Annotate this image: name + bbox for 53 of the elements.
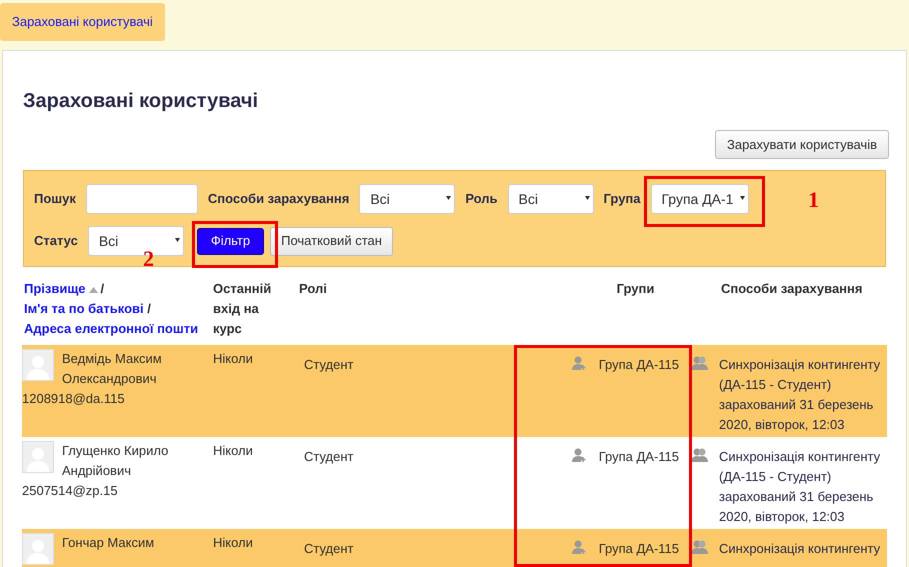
caret-icon	[584, 196, 590, 200]
user-email: 1208918@da.115	[22, 390, 126, 408]
add-user-icon[interactable]	[570, 355, 587, 371]
users-icon[interactable]	[691, 355, 708, 371]
select-field[interactable]: Всі	[359, 184, 456, 214]
enrolment-text: Синхронізація контингенту (ДА-115 - Студент) зарахований 31 березень 2020, вівторок, 12:03	[719, 357, 880, 432]
avatar-placeholder	[22, 349, 54, 381]
page-heading: Зараховані користувачі	[23, 89, 260, 114]
add-user-icon[interactable]	[570, 447, 587, 463]
filter-button[interactable]: Фільтр	[196, 228, 264, 254]
add-user-icon[interactable]	[570, 539, 587, 555]
tab-link[interactable]: Зараховані користувачі	[0, 3, 165, 40]
group-name: Група ДА-115	[598, 356, 679, 374]
users-icon[interactable]	[691, 539, 708, 555]
select-field[interactable]: Всі	[508, 184, 594, 214]
sort-link[interactable]: Адреса електронної пошти	[24, 321, 198, 336]
sort-ascending-icon	[88, 286, 98, 293]
caret-icon	[446, 196, 452, 200]
enrolment-text: Синхронізація контингенту (ДА-115 - Студент) зарахований 31 березень 2020, вівторок, 12:03	[719, 449, 880, 524]
reset-button[interactable]: Початковий стан	[270, 226, 393, 256]
users-icon[interactable]	[691, 447, 708, 463]
filter-label: Група	[604, 190, 641, 208]
caret-icon	[740, 196, 745, 200]
table-cell: Студент	[304, 449, 354, 464]
table-cell: Студент	[304, 541, 354, 556]
user-name[interactable]: Гончар Максим	[22, 533, 213, 553]
column-header: Ролі	[299, 281, 327, 296]
filter-label: Способи зарахування	[208, 190, 350, 208]
group-name: Група ДА-115	[598, 540, 679, 558]
column-header: Групи	[616, 281, 654, 296]
annotation-number: 1	[808, 189, 819, 211]
separator-text: /	[100, 281, 104, 296]
select-field[interactable]: Група ДА-1	[650, 184, 749, 214]
user-email: 2507514@zp.15	[22, 482, 119, 500]
sort-link[interactable]: Ім'я та по батькові	[24, 301, 144, 316]
user-name[interactable]: Глущенко Кирило Андрійович	[22, 441, 213, 481]
table-cell: Ніколи	[213, 443, 253, 458]
column-header: Останній вхід на курс	[213, 281, 272, 336]
user-name[interactable]: Ведмідь Максим Олександрович	[22, 349, 213, 389]
separator-text: /	[147, 301, 151, 316]
table-cell: Ніколи	[213, 535, 253, 550]
table-cell: Ніколи	[213, 351, 253, 366]
enrolment-text: Синхронізація контингенту	[719, 541, 880, 556]
column-header: Способи зарахування	[721, 281, 862, 296]
filter-label: Пошук	[34, 190, 76, 208]
caret-icon	[174, 238, 180, 242]
group-name: Група ДА-115	[598, 448, 679, 466]
enrol-users-button[interactable]: Зарахувати користувачів	[714, 130, 889, 159]
sort-link[interactable]: Прізвище	[24, 281, 86, 296]
search-field[interactable]	[86, 184, 198, 214]
table-cell: Студент	[304, 357, 354, 372]
filter-label: Статус	[34, 232, 78, 250]
filter-label: Роль	[465, 190, 498, 208]
